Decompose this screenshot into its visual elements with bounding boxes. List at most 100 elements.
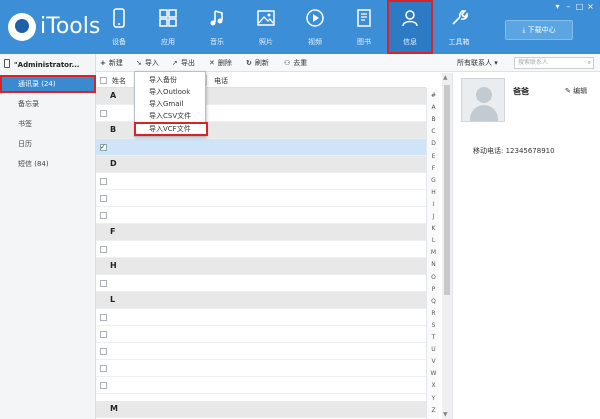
row-checkbox[interactable] bbox=[100, 110, 107, 117]
row-checkbox[interactable] bbox=[100, 178, 107, 185]
scroll-up-icon[interactable]: ▲ bbox=[443, 74, 448, 81]
maximize-icon[interactable]: □ bbox=[574, 2, 585, 11]
download-center-button[interactable]: ⤓ 下载中心 bbox=[505, 20, 573, 40]
nav-label: 设备 bbox=[112, 38, 126, 46]
nav-books[interactable]: 图书 bbox=[341, 0, 387, 54]
nav-photos[interactable]: 照片 bbox=[243, 0, 289, 54]
row-checkbox[interactable] bbox=[100, 314, 107, 321]
plus-icon: + bbox=[100, 59, 106, 67]
music-note-icon bbox=[210, 10, 223, 26]
alphabet-index-letter[interactable]: F bbox=[427, 165, 440, 172]
import-button[interactable]: ➘ 导入 bbox=[136, 54, 159, 72]
column-name[interactable]: 姓名 bbox=[112, 76, 126, 86]
group-letter: B bbox=[110, 125, 117, 134]
sidebar-item-contacts[interactable]: 通讯录 (24) bbox=[0, 75, 96, 93]
check-icon: ✓ bbox=[100, 143, 106, 151]
row-checkbox[interactable] bbox=[100, 195, 107, 202]
refresh-button[interactable]: ↻ 刷新 bbox=[246, 54, 269, 72]
nav-video[interactable]: 视频 bbox=[292, 0, 338, 54]
menu-item-import-gmail[interactable]: 导入Gmail bbox=[135, 98, 207, 110]
dedupe-button[interactable]: ⚇ 去重 bbox=[284, 54, 307, 72]
alphabet-index-letter[interactable]: L bbox=[427, 237, 440, 244]
sidebar-item-calendar[interactable]: 日历 bbox=[0, 135, 96, 153]
sidebar-item-sms[interactable]: 短信 (84) bbox=[0, 155, 96, 173]
menu-icon[interactable]: ▾ bbox=[552, 2, 563, 11]
list-item[interactable] bbox=[96, 326, 426, 343]
menu-item-import-backup[interactable]: 导入备份 bbox=[135, 74, 207, 86]
alphabet-index-letter[interactable]: W bbox=[427, 370, 440, 377]
alphabet-index-letter[interactable]: A bbox=[427, 104, 440, 111]
alphabet-index-letter[interactable]: Z bbox=[427, 407, 440, 414]
list-scrollbar[interactable]: ▲ ▼ bbox=[442, 73, 452, 419]
group-header: F bbox=[96, 224, 426, 241]
alphabet-index-letter[interactable]: P bbox=[427, 286, 440, 293]
search-input[interactable]: 搜索联系人 ⌕ bbox=[514, 57, 594, 69]
alphabet-index-letter[interactable]: K bbox=[427, 225, 440, 232]
list-item[interactable] bbox=[96, 360, 426, 377]
alphabet-index-letter[interactable]: V bbox=[427, 358, 440, 365]
list-item[interactable] bbox=[96, 241, 426, 258]
list-item[interactable] bbox=[96, 173, 426, 190]
alphabet-index-letter[interactable]: N bbox=[427, 261, 440, 268]
row-checkbox[interactable] bbox=[100, 348, 107, 355]
alphabet-index-letter[interactable]: G bbox=[427, 177, 440, 184]
export-button[interactable]: ➚ 导出 bbox=[172, 54, 195, 72]
close-icon[interactable]: × bbox=[585, 2, 596, 11]
alphabet-index-letter[interactable]: T bbox=[427, 334, 440, 341]
list-item[interactable] bbox=[96, 377, 426, 394]
nav-apps[interactable]: 应用 bbox=[145, 0, 191, 54]
list-item[interactable] bbox=[96, 309, 426, 326]
device-header[interactable]: "Administrator... bbox=[4, 59, 94, 73]
app-brand: iTools bbox=[40, 14, 101, 39]
alphabet-index-letter[interactable]: # bbox=[427, 92, 440, 99]
select-all-checkbox[interactable] bbox=[100, 77, 107, 84]
book-icon bbox=[357, 9, 371, 27]
avatar-body bbox=[470, 105, 498, 121]
column-phone[interactable]: 电话 bbox=[214, 76, 228, 86]
group-header: D bbox=[96, 156, 426, 173]
nav-music[interactable]: 音乐 bbox=[194, 0, 240, 54]
delete-button[interactable]: ✕ 删除 bbox=[209, 54, 232, 72]
row-checkbox[interactable] bbox=[100, 382, 107, 389]
alphabet-index-letter[interactable]: S bbox=[427, 322, 440, 329]
alphabet-index-letter[interactable]: I bbox=[427, 201, 440, 208]
list-item[interactable] bbox=[96, 207, 426, 224]
alphabet-index-letter[interactable]: Y bbox=[427, 395, 440, 402]
row-checkbox[interactable] bbox=[100, 212, 107, 219]
sidebar-item-bookmarks[interactable]: 书签 bbox=[0, 115, 96, 133]
alphabet-index-letter[interactable]: H bbox=[427, 189, 440, 196]
alphabet-index-letter[interactable]: M bbox=[427, 249, 440, 256]
nav-device[interactable]: 设备 bbox=[96, 0, 142, 54]
menu-item-import-outlook[interactable]: 导入Outlook bbox=[135, 86, 207, 98]
list-item[interactable] bbox=[96, 275, 426, 292]
list-item[interactable]: ✓ bbox=[96, 139, 426, 156]
row-checkbox[interactable] bbox=[100, 246, 107, 253]
row-checkbox[interactable] bbox=[100, 280, 107, 287]
scrollbar-thumb[interactable] bbox=[444, 85, 450, 295]
minimize-icon[interactable]: – bbox=[563, 2, 574, 11]
edit-button[interactable]: ✎ 编辑 bbox=[565, 86, 587, 96]
alphabet-index-letter[interactable]: B bbox=[427, 116, 440, 123]
alphabet-index-letter[interactable]: J bbox=[427, 213, 440, 220]
alphabet-index-letter[interactable]: U bbox=[427, 346, 440, 353]
list-item[interactable] bbox=[96, 190, 426, 207]
sidebar-item-memos[interactable]: 备忘录 bbox=[0, 95, 96, 113]
contact-filter-select[interactable]: 所有联系人 ▾ bbox=[457, 58, 498, 68]
nav-tools[interactable]: 工具箱 bbox=[436, 0, 482, 54]
alphabet-index-letter[interactable]: Q bbox=[427, 298, 440, 305]
alphabet-index-letter[interactable]: E bbox=[427, 153, 440, 160]
row-checkbox[interactable] bbox=[100, 331, 107, 338]
alphabet-index-letter[interactable]: O bbox=[427, 274, 440, 281]
alphabet-index-letter[interactable]: X bbox=[427, 382, 440, 389]
nav-label: 图书 bbox=[357, 38, 371, 46]
scroll-down-icon[interactable]: ▼ bbox=[443, 411, 448, 418]
alphabet-index-letter[interactable]: D bbox=[427, 140, 440, 147]
new-button[interactable]: + 新建 bbox=[100, 54, 123, 72]
nav-info[interactable]: 信息 bbox=[387, 0, 433, 54]
alphabet-index-letter[interactable]: C bbox=[427, 128, 440, 135]
row-checkbox[interactable] bbox=[100, 365, 107, 372]
list-item[interactable] bbox=[96, 343, 426, 360]
alphabet-index-letter[interactable]: R bbox=[427, 310, 440, 317]
menu-item-import-vcf[interactable]: 导入VCF文件 bbox=[134, 122, 208, 136]
menu-item-import-csv[interactable]: 导入CSV文件 bbox=[135, 110, 207, 122]
